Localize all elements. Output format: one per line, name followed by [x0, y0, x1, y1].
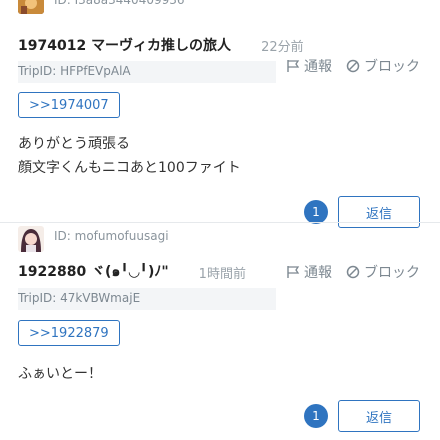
reply-button[interactable]: 返信 — [338, 400, 420, 432]
reply-count-badge[interactable]: 1 — [304, 200, 328, 224]
user-id: ID: mofumofuusagi — [54, 229, 169, 243]
block-icon — [346, 59, 360, 73]
block-icon — [346, 265, 360, 279]
post-body-line: ありがとう頑張る — [18, 136, 130, 152]
user-id: ID: I3a8a3440409936 — [54, 0, 185, 7]
block-button[interactable]: ブロック — [346, 262, 420, 282]
post-time: 1時間前 — [198, 266, 246, 282]
report-label: 通報 — [304, 265, 332, 281]
report-button[interactable]: 通報 — [286, 262, 332, 282]
post-body-line: 顔文字くんもニコあと100ファイト — [18, 160, 241, 176]
post-divider — [0, 222, 440, 223]
flag-icon — [287, 60, 300, 72]
post-body: ありがとう頑張る 顔文字くんもニコあと100ファイト — [18, 132, 241, 180]
avatar[interactable] — [18, 0, 44, 14]
post-actions: 通報 ブロック — [286, 262, 420, 282]
post-title: 1922880 ヾ(๑╹◡╹)ﾉ" — [18, 264, 169, 280]
report-label: 通報 — [304, 59, 332, 75]
anchor-link[interactable]: >>1922879 — [18, 320, 120, 346]
post-actions: 通報 ブロック — [286, 56, 420, 76]
reply-count-badge[interactable]: 1 — [304, 404, 328, 428]
post-body-line: ふぁいとー！ — [18, 366, 102, 382]
report-button[interactable]: 通報 — [286, 56, 332, 76]
trip-id: TripID: HFPfEVpAlA — [18, 64, 131, 78]
trip-id: TripID: 47kVBWmajE — [18, 291, 141, 305]
block-label: ブロック — [364, 265, 420, 281]
post-time: 22分前 — [261, 39, 304, 55]
flag-icon — [287, 266, 300, 278]
avatar[interactable] — [18, 226, 44, 252]
block-button[interactable]: ブロック — [346, 56, 420, 76]
reply-button[interactable]: 返信 — [338, 196, 420, 228]
post-body: ふぁいとー！ — [18, 362, 102, 386]
block-label: ブロック — [364, 59, 420, 75]
post-header: 1974012 マーヴィカ推しの旅人 22分前 — [18, 34, 430, 56]
anchor-link[interactable]: >>1974007 — [18, 92, 120, 118]
post-title: 1974012 マーヴィカ推しの旅人 — [18, 38, 232, 54]
